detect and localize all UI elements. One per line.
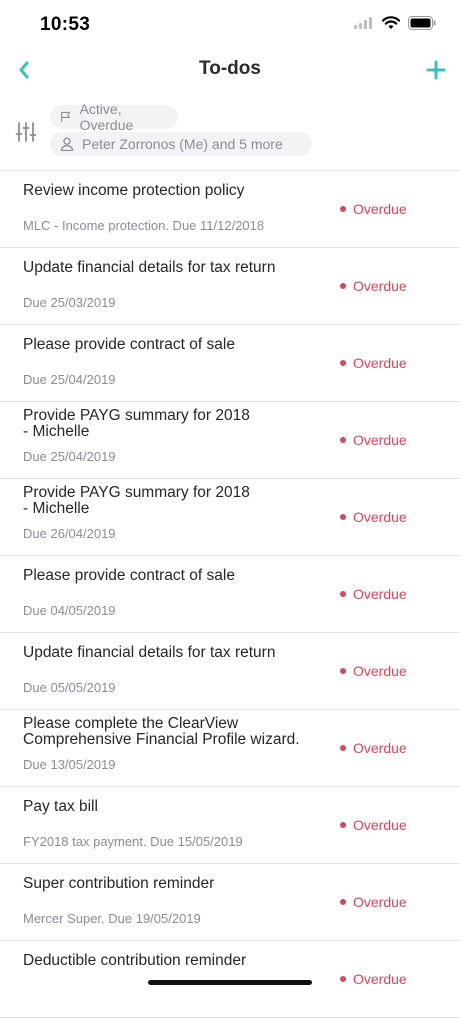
todo-subtitle: Due 05/05/2019 <box>23 680 116 695</box>
todo-row[interactable]: Please provide contract of sale Due 25/04… <box>0 325 460 402</box>
status-dot <box>340 899 346 905</box>
people-filter-chip[interactable]: Peter Zorronos (Me) and 5 more <box>50 132 312 156</box>
status-dot <box>340 283 346 289</box>
status-dot <box>340 745 346 751</box>
signal-icon <box>354 17 372 29</box>
status-badge: Overdue <box>340 971 407 987</box>
todo-row[interactable]: Pay tax bill FY2018 tax payment. Due 15/0… <box>0 787 460 864</box>
status-filter-label: Active, Overdue <box>79 101 134 133</box>
status-label: Overdue <box>353 201 407 217</box>
todo-title: Update financial details for tax return <box>23 644 276 661</box>
status-dot <box>340 206 346 212</box>
status-dot <box>340 668 346 674</box>
status-dot <box>340 822 346 828</box>
todo-title: Deductible contribution reminder <box>23 952 247 969</box>
people-filter-label: Peter Zorronos (Me) and 5 more <box>82 136 283 152</box>
status-label: Overdue <box>353 740 407 756</box>
status-badge: Overdue <box>340 894 407 910</box>
status-label: Overdue <box>353 817 407 833</box>
todo-row[interactable]: Review income protection policy MLC - Inc… <box>0 171 460 248</box>
status-icons <box>354 16 436 30</box>
status-dot <box>340 591 346 597</box>
todo-subtitle: Mercer Super. Due 19/05/2019 <box>23 911 201 926</box>
todo-title: Update financial details for tax return <box>23 259 276 276</box>
todo-subtitle: Due 25/04/2019 <box>23 372 116 387</box>
todo-subtitle: Due 13/05/2019 <box>23 757 116 772</box>
todo-title: Pay tax bill <box>23 798 98 815</box>
wifi-icon <box>382 16 400 29</box>
status-badge: Overdue <box>340 509 407 525</box>
status-badge: Overdue <box>340 740 407 756</box>
todo-title: Provide PAYG summary for 2018- Michelle <box>23 484 250 517</box>
todo-title: Review income protection policy <box>23 182 245 199</box>
status-badge: Overdue <box>340 355 407 371</box>
add-todo-button[interactable] <box>422 56 450 84</box>
todo-title: Please provide contract of sale <box>23 567 235 584</box>
status-label: Overdue <box>353 509 407 525</box>
todo-title: Provide PAYG summary for 2018- Michelle <box>23 407 250 440</box>
todo-subtitle: Due 25/03/2019 <box>23 295 116 310</box>
todo-title: Super contribution reminder <box>23 875 215 892</box>
todo-title: Please complete the ClearView Comprehensi… <box>23 715 300 748</box>
todo-subtitle: MLC - Income protection. Due 11/12/2018 <box>23 218 265 233</box>
status-dot <box>340 976 346 982</box>
status-badge: Overdue <box>340 432 407 448</box>
filter-sliders-icon[interactable] <box>14 120 38 144</box>
flag-icon <box>61 111 71 122</box>
status-label: Overdue <box>353 355 407 371</box>
todo-row[interactable]: Please provide contract of sale Due 04/05… <box>0 556 460 633</box>
status-dot <box>340 437 346 443</box>
status-label: Overdue <box>353 278 407 294</box>
status-dot <box>340 514 346 520</box>
filter-bar: Active, Overdue Peter Zorronos (Me) and … <box>0 100 460 166</box>
status-label: Overdue <box>353 971 407 987</box>
todo-row[interactable]: Super contribution reminder Mercer Super.… <box>0 864 460 941</box>
todo-list: Review income protection policy MLC - Inc… <box>0 171 460 1018</box>
status-filter-chip[interactable]: Active, Overdue <box>50 101 178 133</box>
status-badge: Overdue <box>340 278 407 294</box>
todo-row[interactable]: Please complete the ClearView Comprehensi… <box>0 710 460 787</box>
nav-bar: To-dos <box>0 48 460 94</box>
todo-row[interactable]: Update financial details for tax return D… <box>0 248 460 325</box>
page-title: To-dos <box>199 58 261 79</box>
status-label: Overdue <box>353 586 407 602</box>
todo-subtitle: Due 25/04/2019 <box>23 449 116 464</box>
todo-subtitle: Due 04/05/2019 <box>23 603 116 618</box>
plus-icon <box>426 60 446 80</box>
todo-title: Please provide contract of sale <box>23 336 235 353</box>
status-dot <box>340 360 346 366</box>
todo-row[interactable]: Provide PAYG summary for 2018- Michelle D… <box>0 479 460 556</box>
status-label: Overdue <box>353 663 407 679</box>
status-label: Overdue <box>353 894 407 910</box>
status-label: Overdue <box>353 432 407 448</box>
status-badge: Overdue <box>340 663 407 679</box>
status-badge: Overdue <box>340 201 407 217</box>
status-bar: 10:53 <box>0 0 460 48</box>
battery-icon <box>408 16 436 30</box>
todo-subtitle: Due 26/04/2019 <box>23 526 116 541</box>
person-icon <box>60 137 74 151</box>
todo-row[interactable]: Provide PAYG summary for 2018- Michelle D… <box>0 402 460 479</box>
status-badge: Overdue <box>340 586 407 602</box>
todo-subtitle: FY2018 tax payment. Due 15/05/2019 <box>23 834 243 849</box>
todo-row[interactable]: Update financial details for tax return D… <box>0 633 460 710</box>
status-time: 10:53 <box>40 14 91 35</box>
home-indicator <box>148 980 312 985</box>
status-badge: Overdue <box>340 817 407 833</box>
